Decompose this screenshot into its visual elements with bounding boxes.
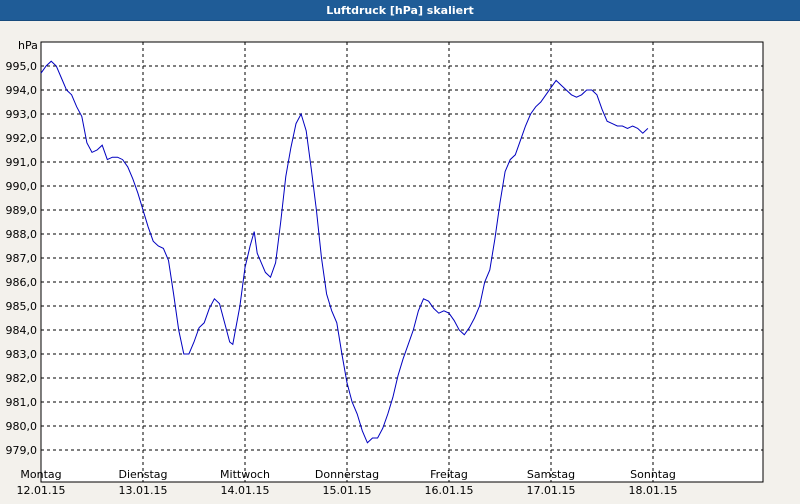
y-tick-label: 987,0 <box>6 252 38 265</box>
x-tick-day-label: Dienstag <box>118 468 167 481</box>
y-tick-label: 994,0 <box>6 84 38 97</box>
x-tick-day-label: Samstag <box>527 468 575 481</box>
x-tick-date-label: 18.01.15 <box>629 484 678 497</box>
y-tick-label: 993,0 <box>6 108 38 121</box>
x-tick-day-label: Sonntag <box>630 468 676 481</box>
x-tick-date-label: 14.01.15 <box>221 484 270 497</box>
y-tick-label: 984,0 <box>6 324 38 337</box>
y-tick-label: 979,0 <box>6 444 38 457</box>
y-tick-label: 988,0 <box>6 228 38 241</box>
x-tick-day-label: Freitag <box>430 468 468 481</box>
chart-window-title: Luftdruck [hPa] skaliert <box>0 0 800 21</box>
x-tick-date-label: 13.01.15 <box>119 484 168 497</box>
y-tick-label: 981,0 <box>6 396 38 409</box>
chart-area: 979,0 980,0 981,0 982,0 983,0 984,0 985,0 986,0… <box>0 21 800 500</box>
x-tick-date-label: 17.01.15 <box>527 484 576 497</box>
y-tick-label: 982,0 <box>6 372 38 385</box>
y-tick-label: 991,0 <box>6 156 38 169</box>
y-tick-label: 980,0 <box>6 420 38 433</box>
x-tick-date-label: 15.01.15 <box>323 484 372 497</box>
y-tick-label: 985,0 <box>6 300 38 313</box>
y-tick-label: 995,0 <box>6 60 38 73</box>
plot-background <box>40 41 764 483</box>
y-tick-label: 989,0 <box>6 204 38 217</box>
y-tick-label: 983,0 <box>6 348 38 361</box>
pressure-chart: 979,0 980,0 981,0 982,0 983,0 984,0 985,0 986,0… <box>6 39 764 497</box>
y-axis-label: hPa <box>18 39 38 52</box>
x-tick-date-label: 16.01.15 <box>425 484 474 497</box>
y-tick-label: 990,0 <box>6 180 38 193</box>
y-tick-label: 992,0 <box>6 132 38 145</box>
x-tick-date-label: 12.01.15 <box>17 484 66 497</box>
x-tick-day-label: Donnerstag <box>315 468 379 481</box>
y-tick-labels: 979,0 980,0 981,0 982,0 983,0 984,0 985,0 986,0… <box>6 60 38 457</box>
x-tick-day-label: Mittwoch <box>220 468 270 481</box>
y-tick-label: 986,0 <box>6 276 38 289</box>
x-tick-day-label: Montag <box>20 468 61 481</box>
